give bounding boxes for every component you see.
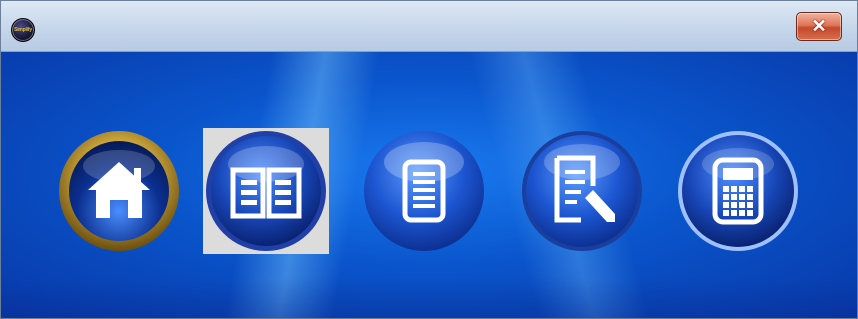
document-list-button[interactable] — [361, 128, 487, 254]
close-icon: ✕ — [811, 16, 827, 36]
home-button[interactable] — [56, 128, 182, 254]
close-button[interactable]: ✕ — [796, 12, 842, 41]
edit-document-icon — [522, 131, 642, 251]
app-window: Simplify ✕ — [0, 0, 858, 319]
app-logo-text: Simplify — [14, 27, 32, 33]
calculator-button[interactable] — [675, 128, 801, 254]
open-book-icon — [206, 131, 326, 251]
app-logo-icon: Simplify — [11, 18, 35, 42]
home-icon — [59, 131, 179, 251]
book-button[interactable] — [203, 128, 329, 254]
edit-document-button[interactable] — [519, 128, 645, 254]
calculator-icon — [678, 131, 798, 251]
title-bar[interactable]: Simplify ✕ — [1, 1, 857, 52]
document-list-icon — [364, 131, 484, 251]
toolbar-panel — [1, 52, 857, 318]
